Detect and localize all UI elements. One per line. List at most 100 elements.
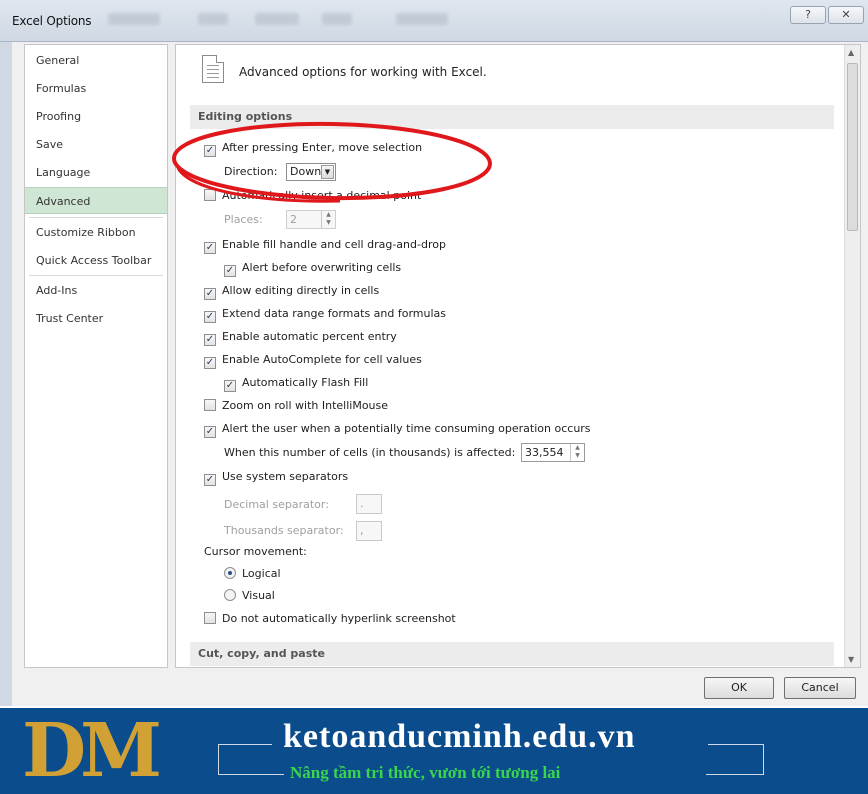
thousands-separator-input[interactable]: , [356, 521, 382, 541]
cancel-button[interactable]: Cancel [784, 677, 856, 699]
checkbox-checked-icon[interactable]: ✓ [204, 334, 216, 346]
help-icon: ? [805, 8, 811, 21]
sidebar-divider [29, 217, 163, 218]
decimal-separator-input[interactable]: . [356, 494, 382, 514]
option-label: Alert before overwriting cells [242, 261, 402, 274]
sidebar-item-label: Proofing [36, 110, 82, 123]
checkbox-unchecked-icon[interactable] [204, 399, 216, 411]
spinner-buttons[interactable]: ▲ ▼ [321, 211, 335, 228]
sidebar-item-language[interactable]: Language [25, 159, 167, 186]
places-label: Places: [224, 213, 263, 226]
alert-time-option[interactable]: ✓ Alert the user when a potentially time … [204, 421, 591, 439]
extend-range-option[interactable]: ✓ Extend data range formats and formulas [204, 306, 446, 324]
option-label: Visual [242, 589, 275, 602]
cursor-movement-label: Cursor movement: [204, 545, 307, 558]
radio-unselected-icon[interactable] [224, 589, 236, 601]
option-label: After pressing Enter, move selection [222, 141, 423, 154]
decimal-point-option[interactable]: Automatically insert a decimal point [204, 188, 421, 206]
checkbox-checked-icon[interactable]: ✓ [204, 357, 216, 369]
cells-affected-label: When this number of cells (in thousands)… [224, 446, 516, 459]
close-icon: ✕ [841, 8, 851, 21]
option-label: Allow editing directly in cells [222, 284, 380, 297]
checkbox-checked-icon[interactable]: ✓ [204, 311, 216, 323]
checkbox-checked-icon[interactable]: ✓ [204, 474, 216, 486]
help-button[interactable]: ? [790, 6, 826, 24]
sidebar-item-quick-access-toolbar[interactable]: Quick Access Toolbar [25, 247, 167, 274]
spinner-buttons[interactable]: ▲ ▼ [570, 444, 584, 461]
sidebar-item-label: Advanced [36, 195, 91, 208]
site-logo: DM [22, 708, 162, 794]
blurred-ribbon-tab [322, 13, 352, 25]
zoom-roll-option[interactable]: Zoom on roll with IntelliMouse [204, 398, 388, 416]
option-label: Enable fill handle and cell drag-and-dro… [222, 238, 446, 251]
scroll-down-icon[interactable]: ▼ [848, 655, 854, 664]
checkbox-unchecked-icon[interactable] [204, 189, 216, 201]
banner-divider [706, 774, 764, 775]
up-arrow-icon[interactable]: ▲ [571, 444, 584, 452]
edit-in-cells-option[interactable]: ✓ Allow editing directly in cells [204, 283, 379, 301]
fill-handle-option[interactable]: ✓ Enable fill handle and cell drag-and-dr… [204, 237, 446, 255]
system-separators-option[interactable]: ✓ Use system separators [204, 469, 348, 487]
autocomplete-option[interactable]: ✓ Enable AutoComplete for cell values [204, 352, 422, 370]
direction-value: Down [290, 165, 322, 178]
sidebar-item-add-ins[interactable]: Add-Ins [25, 277, 167, 304]
sidebar-item-label: Quick Access Toolbar [36, 254, 152, 267]
scrollbar-thumb[interactable] [847, 63, 858, 231]
checkbox-checked-icon[interactable]: ✓ [204, 288, 216, 300]
scroll-up-icon[interactable]: ▲ [848, 48, 854, 57]
sidebar-item-proofing[interactable]: Proofing [25, 103, 167, 130]
sidebar-item-formulas[interactable]: Formulas [25, 75, 167, 102]
down-arrow-icon[interactable]: ▼ [322, 219, 335, 227]
section-editing-options: Editing options [190, 105, 834, 129]
checkbox-checked-icon[interactable]: ✓ [204, 426, 216, 438]
sidebar-item-advanced[interactable]: Advanced [25, 187, 167, 214]
blurred-ribbon-tab [255, 13, 299, 25]
sidebar-item-customize-ribbon[interactable]: Customize Ribbon [25, 219, 167, 246]
sidebar-item-label: Save [36, 138, 64, 151]
option-label: Do not automatically hyperlink screensho… [222, 612, 456, 625]
option-label: Logical [242, 567, 281, 580]
sidebar-item-trust-center[interactable]: Trust Center [25, 305, 167, 332]
cells-affected-stepper[interactable]: 33,554 ▲ ▼ [521, 443, 585, 462]
chevron-down-icon[interactable]: ▼ [321, 165, 334, 179]
checkbox-checked-icon[interactable]: ✓ [224, 265, 236, 277]
sidebar-item-label: General [36, 54, 80, 67]
up-arrow-icon[interactable]: ▲ [322, 211, 335, 219]
checkbox-checked-icon[interactable]: ✓ [204, 242, 216, 254]
checkbox-unchecked-icon[interactable] [204, 612, 216, 624]
banner-divider [218, 744, 219, 774]
direction-label: Direction: [224, 165, 278, 178]
checkbox-checked-icon[interactable]: ✓ [224, 380, 236, 392]
auto-percent-option[interactable]: ✓ Enable automatic percent entry [204, 329, 397, 347]
option-label: Automatically Flash Fill [242, 376, 369, 389]
ok-button[interactable]: OK [704, 677, 774, 699]
vertical-scrollbar[interactable]: ▲ ▼ [844, 45, 860, 667]
site-slogan: Nâng tầm tri thức, vươn tới tương lai [290, 763, 561, 782]
section-cut-copy-paste: Cut, copy, and paste [190, 642, 834, 666]
no-hyperlink-option[interactable]: Do not automatically hyperlink screensho… [204, 611, 456, 629]
blurred-ribbon-tab [396, 13, 448, 25]
places-stepper[interactable]: 2 ▲ ▼ [286, 210, 336, 229]
sidebar-item-save[interactable]: Save [25, 131, 167, 158]
window-title: Excel Options [12, 14, 92, 28]
checkbox-checked-icon[interactable]: ✓ [204, 145, 216, 157]
radio-visual[interactable]: Visual [224, 588, 275, 606]
banner-divider [708, 744, 764, 745]
sidebar-divider [29, 275, 163, 276]
sidebar-item-label: Trust Center [36, 312, 104, 325]
after-enter-option[interactable]: ✓ After pressing Enter, move selection [204, 140, 422, 158]
document-icon [202, 55, 224, 83]
flash-fill-option[interactable]: ✓ Automatically Flash Fill [224, 375, 368, 393]
radio-selected-icon[interactable] [224, 567, 236, 579]
down-arrow-icon[interactable]: ▼ [571, 452, 584, 460]
sidebar-item-label: Formulas [36, 82, 87, 95]
site-name: ketoanducminh.edu.vn [283, 718, 636, 755]
direction-select[interactable]: Down ▼ [286, 163, 336, 181]
option-label: Enable AutoComplete for cell values [222, 353, 422, 366]
radio-logical[interactable]: Logical [224, 566, 281, 584]
blurred-ribbon-tab [198, 13, 228, 25]
banner-divider [218, 744, 272, 745]
alert-overwrite-option[interactable]: ✓ Alert before overwriting cells [224, 260, 401, 278]
sidebar-item-general[interactable]: General [25, 47, 167, 74]
close-button[interactable]: ✕ [828, 6, 864, 24]
